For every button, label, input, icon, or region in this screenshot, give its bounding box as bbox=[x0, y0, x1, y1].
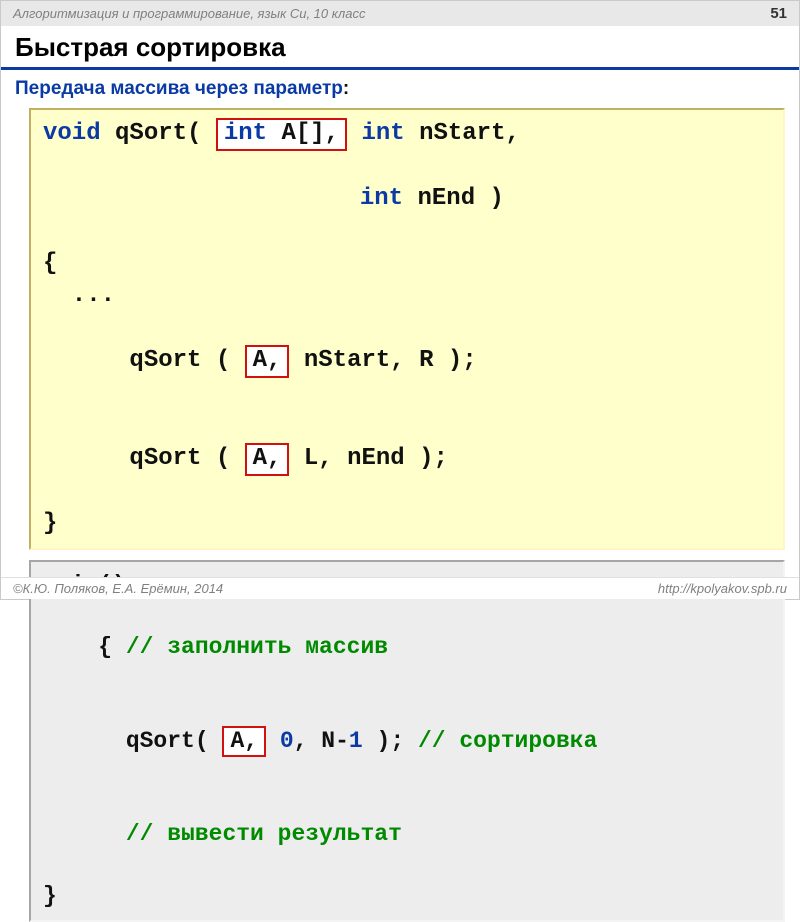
code-line: qSort ( A, nStart, R ); bbox=[43, 313, 771, 411]
code-line: ... bbox=[43, 280, 771, 312]
highlight-array-arg: A, bbox=[245, 443, 290, 476]
section-subtitle: Передача массива через параметр: bbox=[1, 76, 799, 108]
code-comment: // вывести результат bbox=[126, 821, 402, 847]
page-title: Быстрая сортировка bbox=[1, 26, 799, 70]
code-text: qSort( bbox=[101, 120, 216, 147]
code-line: } bbox=[43, 508, 771, 540]
code-text: L, nEnd ); bbox=[289, 445, 447, 472]
code-text: nStart, bbox=[405, 120, 520, 147]
highlight-array-arg: A, bbox=[222, 726, 266, 758]
highlight-array-arg: A, bbox=[245, 345, 290, 378]
code-box-main: main() { // заполнить массив qSort( A, 0… bbox=[29, 560, 785, 922]
code-text: , N- bbox=[294, 728, 349, 754]
code-indent bbox=[98, 821, 126, 847]
code-box-function-def: void qSort( int A[], int nStart, int nEn… bbox=[29, 108, 785, 550]
code-line: // вывести результат bbox=[43, 788, 771, 881]
slide-header: Алгоритмизация и программирование, язык … bbox=[1, 1, 799, 26]
code-text: qSort ( bbox=[101, 347, 245, 374]
literal-one: 1 bbox=[349, 728, 363, 754]
code-indent bbox=[101, 185, 360, 212]
keyword-void: void bbox=[43, 120, 101, 147]
code-text: nEnd ) bbox=[403, 185, 504, 212]
course-title: Алгоритмизация и программирование, язык … bbox=[13, 6, 365, 21]
code-text: qSort ( bbox=[101, 445, 245, 472]
footer-copyright: ©К.Ю. Поляков, Е.А. Ерёмин, 2014 bbox=[13, 581, 223, 596]
subtitle-text: Передача массива через параметр bbox=[15, 78, 343, 99]
keyword-int: int bbox=[224, 120, 267, 147]
code-line: void qSort( int A[], int nStart, bbox=[43, 118, 771, 151]
code-line: } bbox=[43, 881, 771, 912]
code-line: int nEnd ) bbox=[43, 151, 771, 248]
keyword-int: int bbox=[347, 120, 405, 147]
code-comment: // сортировка bbox=[418, 728, 597, 754]
code-line: { bbox=[43, 248, 771, 280]
code-text: ); bbox=[363, 728, 418, 754]
code-text: nStart, R ); bbox=[289, 347, 476, 374]
slide-footer: ©К.Ю. Поляков, Е.А. Ерёмин, 2014 http://… bbox=[1, 577, 799, 599]
page-number: 51 bbox=[770, 5, 787, 22]
subtitle-colon: : bbox=[343, 78, 349, 99]
code-text: { bbox=[98, 634, 126, 660]
code-text: qSort( bbox=[98, 728, 222, 754]
code-line: qSort ( A, L, nEnd ); bbox=[43, 410, 771, 508]
footer-url: http://kpolyakov.spb.ru bbox=[658, 581, 787, 596]
code-line: { // заполнить массив bbox=[43, 601, 771, 694]
code-line: qSort( A, 0, N-1 ); // сортировка bbox=[43, 694, 771, 788]
code-text bbox=[266, 728, 280, 754]
literal-zero: 0 bbox=[280, 728, 294, 754]
keyword-int: int bbox=[360, 185, 403, 212]
code-comment: // заполнить массив bbox=[126, 634, 388, 660]
highlight-array-param: int A[], bbox=[216, 118, 347, 151]
